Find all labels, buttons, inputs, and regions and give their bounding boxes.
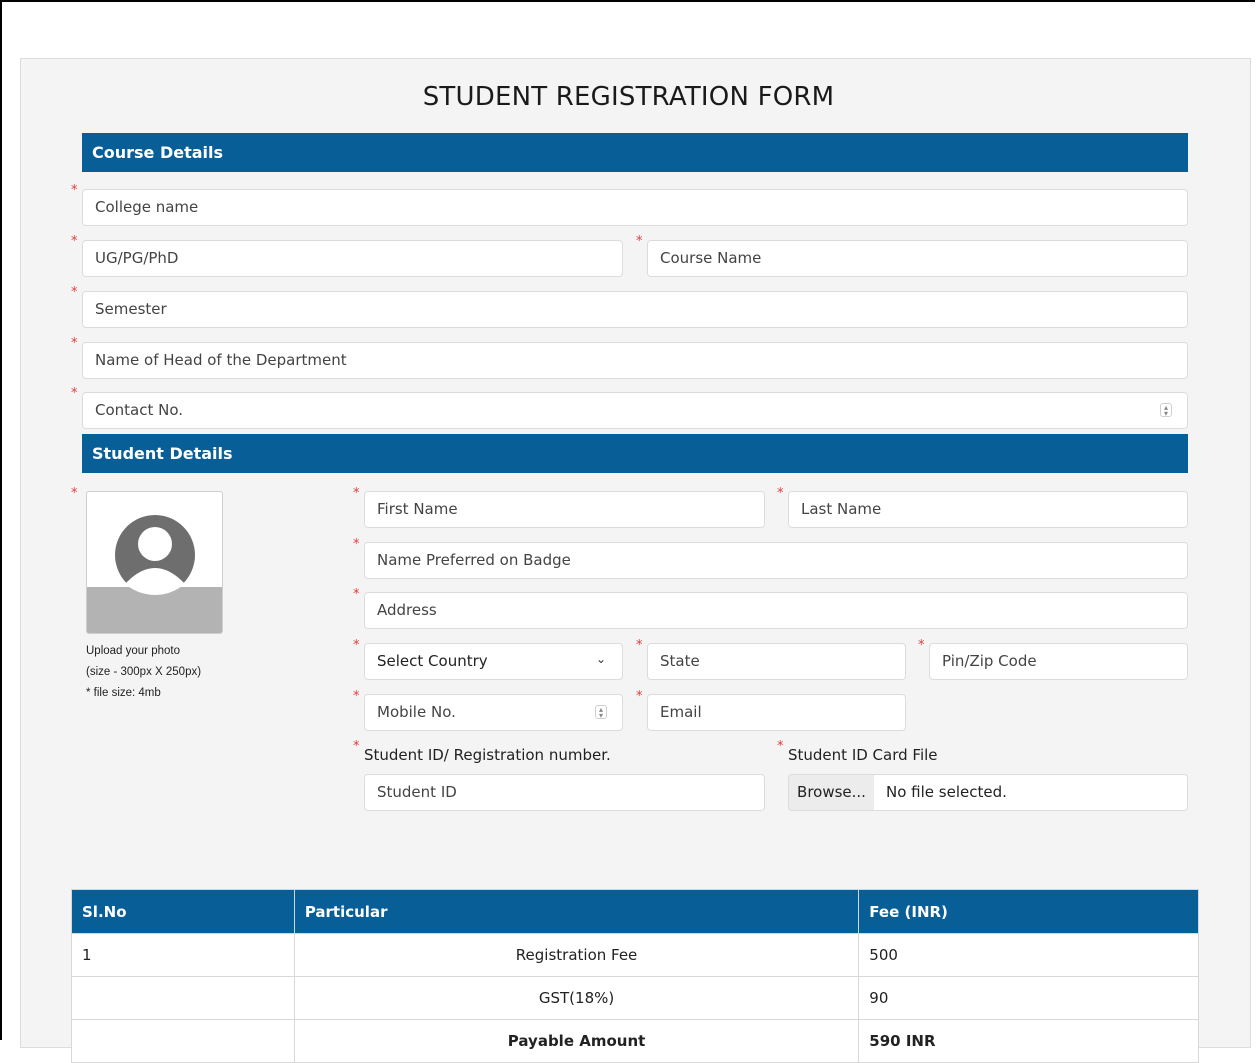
required-marker: * <box>71 285 78 300</box>
badge-name-field[interactable]: Name Preferred on Badge <box>364 542 1188 579</box>
required-marker: * <box>777 739 784 754</box>
required-marker: * <box>353 739 360 754</box>
address-field[interactable]: Address <box>364 592 1188 629</box>
required-marker: * <box>636 638 643 653</box>
required-marker: * <box>71 386 78 401</box>
column-header: Fee (INR) <box>858 889 1199 934</box>
photo-caption: Upload your photo (size - 300px X 250px)… <box>86 641 201 704</box>
pin-code-field[interactable]: Pin/Zip Code <box>929 643 1188 680</box>
photo-caption-line: * file size: 4mb <box>86 687 161 699</box>
photo-caption-line: Upload your photo <box>86 645 180 657</box>
table-cell: 1 <box>71 933 295 977</box>
semester-field[interactable]: Semester <box>82 291 1188 328</box>
student-id-field[interactable]: Student ID <box>364 774 765 811</box>
id-card-file-label: Student ID Card File <box>788 746 938 764</box>
table-row: GST(18%) 90 <box>71 976 1199 1020</box>
required-marker: * <box>636 234 643 249</box>
number-spinner-icon[interactable]: ▴ ▾ <box>595 705 607 720</box>
number-spinner-icon[interactable]: ▴ ▾ <box>1160 403 1172 418</box>
table-cell <box>71 1019 295 1063</box>
browse-button[interactable]: Browse... <box>788 774 875 811</box>
user-avatar-icon <box>87 515 222 633</box>
required-marker: * <box>353 537 360 552</box>
column-header: Sl.No <box>71 889 295 934</box>
chevron-down-icon: ⌄ <box>596 652 607 666</box>
required-marker: * <box>71 486 78 501</box>
first-name-field[interactable]: First Name <box>364 491 765 528</box>
mobile-number-field[interactable]: Mobile No. <box>364 694 623 731</box>
college-name-field[interactable]: College name <box>82 189 1188 226</box>
course-name-field[interactable]: Course Name <box>647 240 1188 277</box>
table-cell: 590 INR <box>858 1019 1199 1063</box>
required-marker: * <box>71 234 78 249</box>
student-details-header: Student Details <box>82 434 1188 473</box>
required-marker: * <box>71 336 78 351</box>
table-cell: 90 <box>858 976 1199 1020</box>
file-status: No file selected. <box>874 774 1188 811</box>
required-marker: * <box>918 638 925 653</box>
photo-upload[interactable] <box>86 491 223 634</box>
page-title: STUDENT REGISTRATION FORM <box>422 82 835 112</box>
state-field[interactable]: State <box>647 643 906 680</box>
country-select[interactable]: Select Country <box>364 643 623 680</box>
table-row: Payable Amount 590 INR <box>71 1019 1199 1063</box>
table-cell: Payable Amount <box>293 1019 860 1063</box>
contact-number-field[interactable]: Contact No. <box>82 392 1188 429</box>
fee-table: Sl.No Particular Fee (INR) 1 Registratio… <box>71 889 1199 1063</box>
table-cell: 500 <box>858 933 1199 977</box>
required-marker: * <box>636 689 643 704</box>
required-marker: * <box>71 183 78 198</box>
table-cell: Registration Fee <box>293 933 860 977</box>
table-header-row: Sl.No Particular Fee (INR) <box>71 889 1199 934</box>
student-id-label: Student ID/ Registration number. <box>364 746 611 764</box>
table-cell <box>71 976 295 1020</box>
last-name-field[interactable]: Last Name <box>788 491 1188 528</box>
table-row: 1 Registration Fee 500 <box>71 933 1199 977</box>
required-marker: * <box>353 587 360 602</box>
table-cell: GST(18%) <box>293 976 860 1020</box>
course-details-header: Course Details <box>82 133 1188 172</box>
level-field[interactable]: UG/PG/PhD <box>82 240 623 277</box>
required-marker: * <box>777 486 784 501</box>
required-marker: * <box>353 486 360 501</box>
photo-caption-line: (size - 300px X 250px) <box>86 666 202 678</box>
hod-name-field[interactable]: Name of Head of the Department <box>82 342 1188 379</box>
required-marker: * <box>353 689 360 704</box>
email-field[interactable]: Email <box>647 694 906 731</box>
required-marker: * <box>353 638 360 653</box>
column-header: Particular <box>293 889 860 934</box>
